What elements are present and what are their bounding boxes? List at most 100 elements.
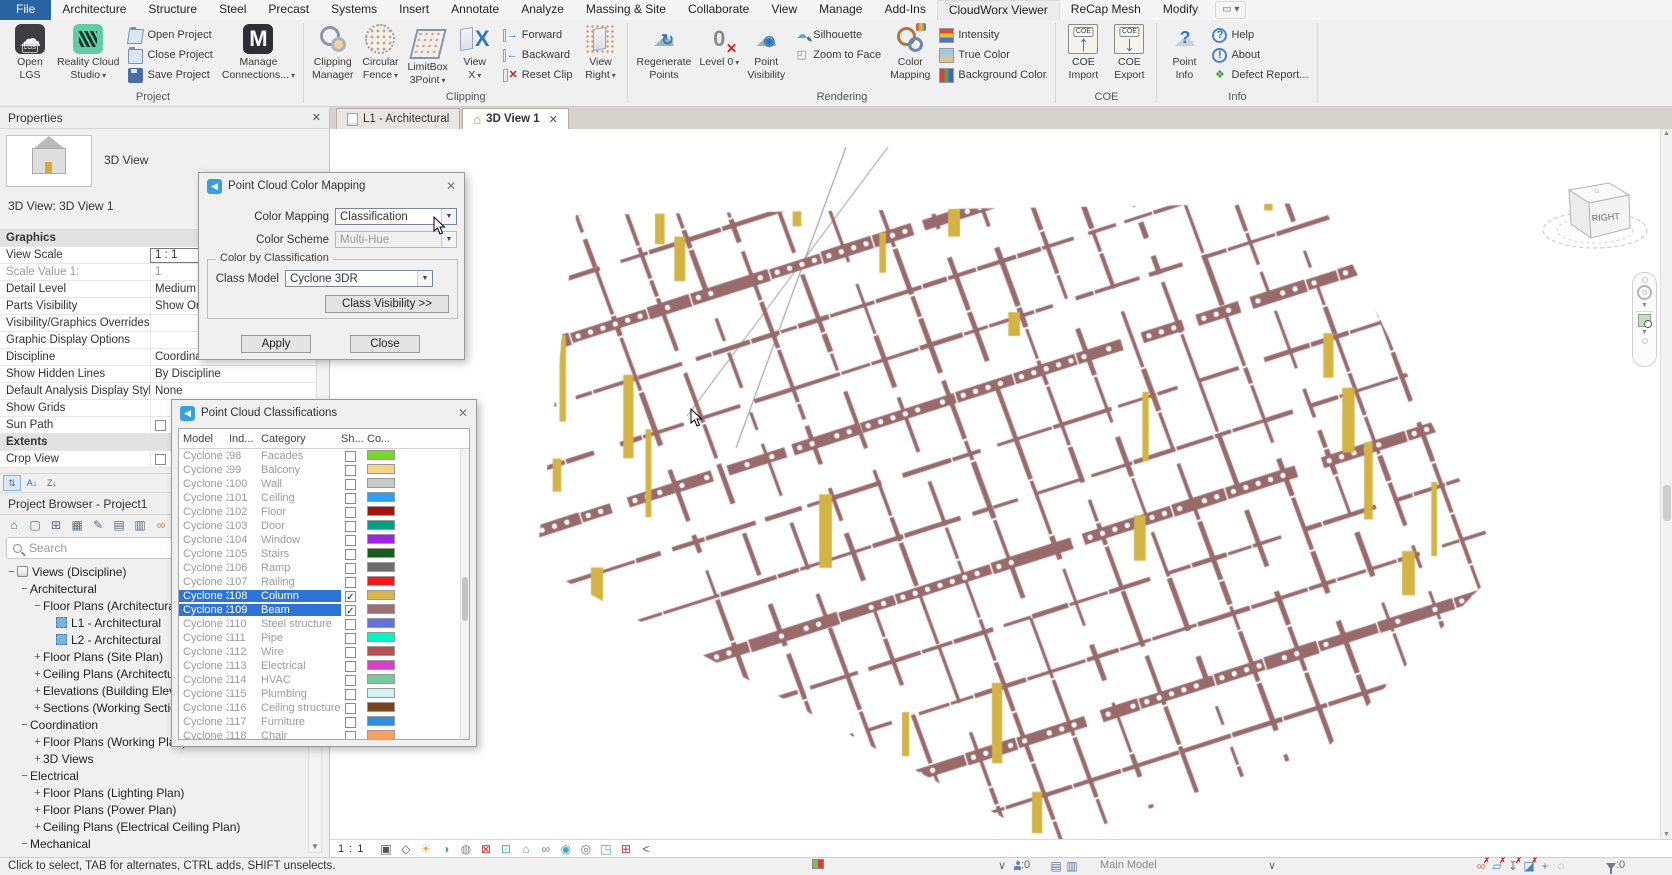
color-swatch[interactable] (367, 492, 395, 502)
tree-item-floor-plans-lighting-plan[interactable]: +Floor Plans (Lighting Plan) (0, 784, 305, 801)
property-row-default-analysis-display-style[interactable]: Default Analysis Display StyleNone (0, 383, 316, 400)
show-checkbox[interactable] (345, 717, 356, 728)
color-swatch[interactable] (367, 688, 395, 698)
ribbon-button-color-mapping[interactable]: ColorMapping (886, 21, 934, 81)
classification-row[interactable]: Cyclone 3...109Beam (179, 603, 469, 617)
ribbon-button-regenerate-points[interactable]: ☁↻RegeneratePoints (632, 21, 695, 81)
show-checkbox[interactable] (345, 591, 356, 602)
column-color[interactable]: Co... (367, 433, 401, 445)
menu-item-add-ins[interactable]: Add-Ins (873, 0, 936, 20)
classification-row[interactable]: Cyclone 3...107Railing (179, 575, 469, 589)
ribbon-button-manage-connections[interactable]: MManageConnections...▾ (218, 21, 299, 81)
checkbox[interactable] (155, 454, 166, 465)
expander-icon[interactable]: + (32, 668, 43, 680)
color-swatch[interactable] (367, 646, 395, 656)
filter-icon[interactable]: :0 (1606, 859, 1625, 871)
main-model-icon[interactable]: ▥ (1064, 859, 1080, 873)
color-swatch[interactable] (367, 450, 395, 460)
color-swatch[interactable] (367, 506, 395, 516)
ribbon-button-save-project[interactable]: Save Project (123, 65, 217, 85)
tree-item-3d-views[interactable]: +3D Views (0, 750, 305, 767)
visual-style-icon[interactable]: ◇ (396, 841, 415, 857)
color-swatch[interactable] (367, 674, 395, 684)
crop-region-visible-icon[interactable]: ⊡ (496, 841, 515, 857)
expander-icon[interactable]: + (32, 787, 43, 799)
chevron-down-icon[interactable]: ∨ (1268, 859, 1276, 872)
browser-schedule-icon[interactable]: ⊞ (47, 517, 65, 534)
displacement-icon[interactable]: ◳ (596, 841, 615, 857)
color-swatch[interactable] (367, 590, 395, 600)
ribbon-button-view-right[interactable]: ViewRight▾ (577, 21, 623, 81)
classification-row[interactable]: Cyclone 3...101Ceiling (179, 491, 469, 505)
editing-requests-icon[interactable]: :0 (1014, 859, 1030, 871)
chevron-down-icon[interactable]: ▼ (1641, 329, 1648, 336)
show-checkbox[interactable] (345, 549, 356, 560)
ribbon-button-zoom-to-face[interactable]: ◰Zoom to Face (789, 45, 886, 65)
ribbon-button-point-visibility[interactable]: ☁◉PointVisibility (743, 21, 789, 81)
ribbon-button-close-project[interactable]: Close Project (123, 45, 217, 65)
unlocked-view-icon[interactable]: ⌂ (516, 841, 535, 857)
ribbon-button-help[interactable]: ?Help (1207, 25, 1313, 45)
temporary-hide-icon[interactable]: ◉ (556, 841, 575, 857)
show-checkbox[interactable] (345, 731, 356, 741)
ribbon-button-limitbox-3point[interactable]: LimitBox3Point▾ (403, 21, 451, 86)
expander-icon[interactable]: − (19, 583, 30, 595)
table-scrollbar[interactable] (460, 449, 469, 739)
show-checkbox[interactable] (345, 647, 356, 658)
sort-menu-icon[interactable]: ⇅ (3, 475, 21, 491)
expander-icon[interactable]: − (6, 566, 17, 578)
expander-icon[interactable]: − (19, 770, 30, 782)
color-swatch[interactable] (367, 576, 395, 586)
menu-item-annotate[interactable]: Annotate (440, 0, 510, 20)
ribbon-button-about[interactable]: !About (1207, 45, 1313, 65)
viewcube[interactable]: RIGHT ⌂ (1535, 166, 1655, 274)
color-swatch[interactable] (367, 660, 395, 670)
menu-item-recap-mesh[interactable]: ReCap Mesh (1060, 0, 1152, 20)
collapse-icon[interactable]: < (636, 841, 655, 857)
color-swatch[interactable] (367, 702, 395, 712)
menu-item-modify[interactable]: Modify (1152, 0, 1209, 20)
color-swatch[interactable] (367, 548, 395, 558)
menu-item-file[interactable]: File (0, 0, 51, 20)
browser-box-icon[interactable]: ▢ (26, 517, 44, 534)
column-category[interactable]: Category (261, 433, 341, 445)
color-swatch[interactable] (367, 520, 395, 530)
ribbon-button-circular-fence[interactable]: CircularFence▾ (357, 21, 403, 81)
sun-settings-icon[interactable]: ☀ (416, 841, 435, 857)
menu-item-manage[interactable]: Manage (808, 0, 873, 20)
ribbon-button-clipping-manager[interactable]: ClippingManager (308, 21, 357, 81)
classification-row[interactable]: Cyclone 3...110Steel structure (179, 617, 469, 631)
shadows-icon[interactable]: ◑ (436, 841, 455, 857)
sort-ascending-icon[interactable]: A↓ (23, 475, 41, 491)
close-icon[interactable]: ✕ (458, 406, 468, 420)
class-model-select[interactable]: Cyclone 3DR ▼ (285, 270, 433, 287)
classification-row[interactable]: Cyclone 3...114HVAC (179, 673, 469, 687)
show-checkbox[interactable] (345, 577, 356, 588)
worksets-chevron-icon[interactable]: ∨ (998, 859, 1006, 872)
show-checkbox[interactable] (345, 563, 356, 574)
show-checkbox[interactable] (345, 465, 356, 476)
classification-row[interactable]: Cyclone 3...117Furniture (179, 715, 469, 729)
show-checkbox[interactable] (345, 703, 356, 714)
status-indicator-icon[interactable] (812, 859, 824, 869)
classification-row[interactable]: Cyclone 3...103Door (179, 519, 469, 533)
tab-l1-architectural[interactable]: L1 - Architectural (336, 108, 460, 129)
select-links-icon[interactable]: ∞✗ (1473, 859, 1489, 873)
classification-row[interactable]: Cyclone 3...111Pipe (179, 631, 469, 645)
select-underlay-icon[interactable]: ▱✗ (1489, 859, 1505, 873)
property-row-show-hidden-lines[interactable]: Show Hidden LinesBy Discipline (0, 366, 316, 383)
ribbon-button-backward[interactable]: ←Backward (498, 45, 578, 65)
expander-icon[interactable]: + (32, 702, 43, 714)
tree-item-mechanical[interactable]: −Mechanical (0, 835, 305, 852)
browser-home-icon[interactable]: ⌂ (5, 517, 23, 534)
3d-viewport[interactable] (330, 129, 1660, 839)
type-selector[interactable] (6, 135, 92, 187)
ribbon-button-open-project[interactable]: Open Project (123, 25, 217, 45)
select-pinned-icon[interactable]: ↧✗ (1505, 859, 1521, 873)
select-by-face-icon[interactable]: ◪✗ (1521, 859, 1537, 873)
property-value[interactable]: By Discipline (150, 366, 316, 382)
ribbon-button-coe-export[interactable]: ↓COECOEExport (1106, 21, 1152, 81)
tree-item-ceiling-plans-electrical-ceiling-plan[interactable]: +Ceiling Plans (Electrical Ceiling Plan) (0, 818, 305, 835)
ribbon-button-point-info[interactable]: ☁?PointInfo (1161, 21, 1207, 81)
render-icon[interactable]: ◍ (456, 841, 475, 857)
